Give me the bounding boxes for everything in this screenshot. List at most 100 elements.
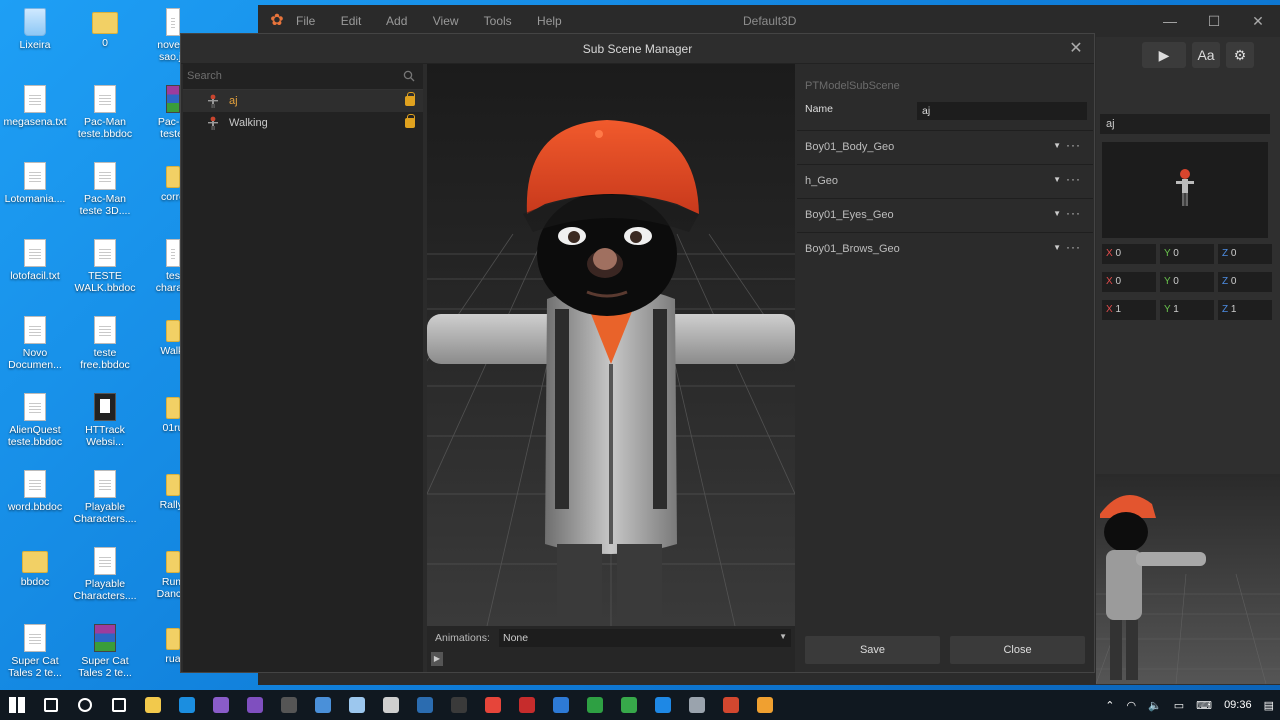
geo-row-h[interactable]: h_Geo ▼ ··· <box>797 164 1093 197</box>
3d-viewport[interactable] <box>427 64 795 626</box>
desktop-icon[interactable]: megasena.txt <box>0 85 70 128</box>
taskbar-cortana-icon[interactable] <box>68 690 102 720</box>
desktop-icon[interactable]: Super Cat Tales 2 te... <box>0 624 70 679</box>
desktop-icon[interactable]: Pac-Man teste.bbdoc <box>70 85 140 140</box>
pos-z-field[interactable]: Z 0 <box>1218 244 1272 264</box>
battery-icon[interactable]: ▭ <box>1174 699 1184 712</box>
taskbar-app-red-icon[interactable] <box>714 690 748 720</box>
desktop-icon-label: Playable Characters.... <box>73 501 137 525</box>
caret-down-icon[interactable]: ▼ <box>1053 209 1061 218</box>
taskbar-foxit-icon[interactable] <box>510 690 544 720</box>
menu-tools[interactable]: Tools <box>484 14 512 28</box>
rot-y-field[interactable]: Y 0 <box>1160 272 1214 292</box>
taskbar-task-view-icon[interactable] <box>102 690 136 720</box>
desktop-icon[interactable]: AlienQuest teste.bbdoc <box>0 393 70 448</box>
taskbar-mail-icon[interactable] <box>408 690 442 720</box>
wifi-icon[interactable]: ◠ <box>1126 699 1136 712</box>
taskbar-photoshop-icon[interactable] <box>544 690 578 720</box>
desktop-icon[interactable]: Lixeira <box>0 8 70 51</box>
taskbar-xbox-icon[interactable] <box>578 690 612 720</box>
doc-file-icon <box>24 624 46 652</box>
scale-z-field[interactable]: Z 1 <box>1218 300 1272 320</box>
taskbar-app-f-icon[interactable] <box>646 690 680 720</box>
taskbar-app-orange-icon[interactable] <box>748 690 782 720</box>
more-options-icon[interactable]: ··· <box>1066 172 1081 186</box>
taskbar-edge-icon[interactable] <box>170 690 204 720</box>
more-options-icon[interactable]: ··· <box>1066 138 1081 152</box>
window-close-button[interactable]: ✕ <box>1236 5 1280 37</box>
caret-down-icon[interactable]: ▼ <box>1053 141 1061 150</box>
properties-panel: PTModelSubScene Name aj Boy01_Body_Geo ▼… <box>797 64 1093 672</box>
menu-add[interactable]: Add <box>386 14 407 28</box>
menu-help[interactable]: Help <box>537 14 562 28</box>
taskbar-windows-start-icon[interactable] <box>0 690 34 720</box>
taskbar-chrome-icon[interactable] <box>476 690 510 720</box>
more-options-icon[interactable]: ··· <box>1066 240 1081 254</box>
save-button[interactable]: Save <box>805 636 940 664</box>
rot-z-field[interactable]: Z 0 <box>1218 272 1272 292</box>
animation-play-button[interactable]: ▶ <box>431 652 443 666</box>
taskbar-unity-icon[interactable] <box>374 690 408 720</box>
geo-row-body[interactable]: Boy01_Body_Geo ▼ ··· <box>797 130 1093 163</box>
font-button[interactable]: Aa <box>1192 42 1220 68</box>
taskbar-file-explorer-icon[interactable] <box>136 690 170 720</box>
chevron-up-icon[interactable]: ⌃ <box>1105 699 1114 712</box>
notifications-icon[interactable]: ▤ <box>1264 699 1274 712</box>
host-preview-viewport[interactable] <box>1096 474 1280 684</box>
geo-row-eyes[interactable]: Boy01_Eyes_Geo ▼ ··· <box>797 198 1093 231</box>
scale-y-field[interactable]: Y 1 <box>1160 300 1214 320</box>
desktop-icon[interactable]: bbdoc <box>0 547 70 588</box>
more-options-icon[interactable]: ··· <box>1066 206 1081 220</box>
desktop-icon[interactable]: lotofacil.txt <box>0 239 70 282</box>
clock[interactable]: 09:36 <box>1224 699 1252 711</box>
lock-icon[interactable] <box>405 114 415 128</box>
scale-x-field[interactable]: X 1 <box>1102 300 1156 320</box>
taskbar-app-monitor-icon[interactable] <box>680 690 714 720</box>
pos-x-field[interactable]: X 0 <box>1102 244 1156 264</box>
desktop-icon[interactable]: TESTE WALK.bbdoc <box>70 239 140 294</box>
menu-file[interactable]: File <box>296 14 315 28</box>
taskbar-search-icon[interactable] <box>34 690 68 720</box>
desktop-icon[interactable]: Pac-Man teste 3D.... <box>70 162 140 217</box>
geo-row-brows[interactable]: Boy01_Brows_Geo ▼ ··· <box>797 232 1093 265</box>
play-button[interactable]: ▶ <box>1142 42 1186 68</box>
name-field[interactable]: aj <box>917 102 1087 120</box>
desktop-icon[interactable]: word.bbdoc <box>0 470 70 513</box>
settings-gear-icon[interactable]: ⚙ <box>1226 42 1254 68</box>
taskbar-utorrent-icon[interactable] <box>612 690 646 720</box>
caret-down-icon[interactable]: ▼ <box>1053 175 1061 184</box>
desktop-icon[interactable]: Playable Characters.... <box>70 547 140 602</box>
search-icon[interactable] <box>403 70 415 82</box>
taskbar-app-dark-icon[interactable] <box>442 690 476 720</box>
caret-down-icon[interactable]: ▼ <box>1053 243 1061 252</box>
close-button[interactable]: Close <box>950 636 1085 664</box>
rot-x-field[interactable]: X 0 <box>1102 272 1156 292</box>
menu-edit[interactable]: Edit <box>341 14 362 28</box>
volume-icon[interactable]: 🔈 <box>1148 699 1162 712</box>
desktop-icon[interactable]: 0 <box>70 8 140 49</box>
taskbar-visual-studio-2-icon[interactable] <box>238 690 272 720</box>
desktop-icon[interactable]: HTTrack Websi... <box>70 393 140 448</box>
desktop-icon[interactable]: Super Cat Tales 2 te... <box>70 624 140 679</box>
desktop-icon[interactable]: Lotomania.... <box>0 162 70 205</box>
desktop-icon[interactable]: Playable Characters.... <box>70 470 140 525</box>
taskbar-daz-studio-icon[interactable] <box>272 690 306 720</box>
list-item-aj[interactable]: aj <box>183 90 423 112</box>
maximize-button[interactable]: ☐ <box>1192 5 1236 37</box>
search-input[interactable]: Search <box>183 64 423 90</box>
desktop-icon[interactable]: Novo Documen... <box>0 316 70 371</box>
list-item-walking[interactable]: Walking <box>183 112 423 134</box>
dialog-close-icon[interactable]: ✕ <box>1066 34 1086 64</box>
keyboard-icon[interactable]: ⌨ <box>1196 699 1212 712</box>
window-title: Default3D <box>743 14 797 28</box>
taskbar-blender-icon[interactable] <box>306 690 340 720</box>
lock-icon[interactable] <box>405 92 415 106</box>
menu-view[interactable]: View <box>433 14 459 28</box>
animations-select[interactable]: None ▼ <box>499 629 791 647</box>
desktop-icon[interactable]: teste free.bbdoc <box>70 316 140 371</box>
host-name-field[interactable]: aj <box>1100 114 1270 134</box>
taskbar-feather-icon[interactable] <box>340 690 374 720</box>
pos-y-field[interactable]: Y 0 <box>1160 244 1214 264</box>
minimize-button[interactable]: — <box>1148 5 1192 37</box>
taskbar-visual-studio-icon[interactable] <box>204 690 238 720</box>
